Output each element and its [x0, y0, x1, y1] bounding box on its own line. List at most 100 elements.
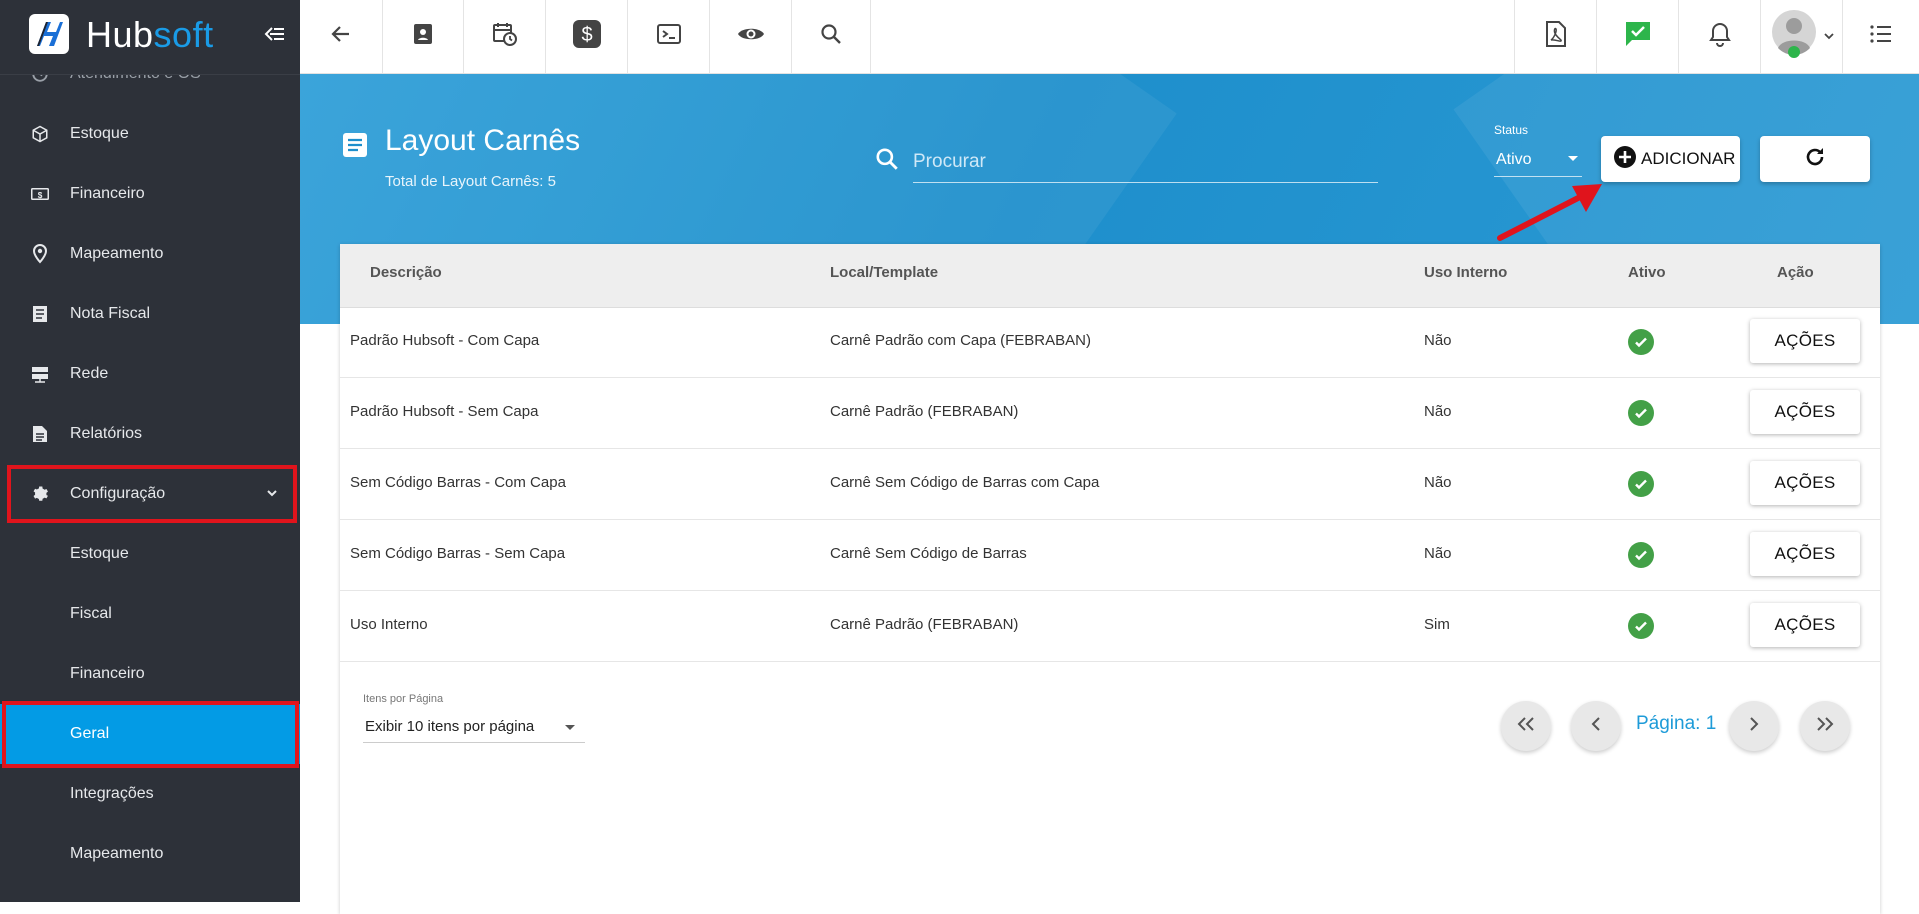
dollar-icon: $ [572, 19, 602, 54]
contacts-button[interactable] [383, 0, 464, 73]
add-button-label: ADICIONAR [1641, 149, 1736, 168]
sidebar-item-nota-fiscal[interactable]: Nota Fiscal [0, 284, 300, 344]
sidebar-subitem-estoque[interactable]: Estoque [0, 524, 300, 584]
avatar [1770, 8, 1822, 65]
terminal-button[interactable] [628, 0, 710, 73]
sidebar-item-rede[interactable]: Rede [0, 344, 300, 404]
table-row[interactable]: Padrão Hubsoft - Com Capa Carnê Padrão c… [340, 307, 1880, 378]
check-circle-icon [1628, 542, 1654, 568]
page-indicator: Página: 1 [1636, 713, 1717, 734]
main-menu-button[interactable] [1842, 0, 1919, 73]
cell-template: Carnê Sem Código de Barras com Capa [830, 474, 1100, 491]
actions-button[interactable]: AÇÕES [1750, 390, 1860, 434]
sidebar-subitem-fiscal[interactable]: Fiscal [0, 584, 300, 644]
box-icon [30, 124, 50, 144]
table-row[interactable]: Sem Código Barras - Com Capa Carnê Sem C… [340, 449, 1880, 520]
double-chevron-left-icon [1516, 716, 1536, 737]
next-page-button[interactable] [1729, 701, 1779, 751]
sidebar-item-mapeamento[interactable]: Mapeamento [0, 224, 300, 284]
financial-button[interactable]: $ [546, 0, 628, 73]
column-header[interactable]: Local/Template [830, 264, 938, 281]
actions-button[interactable]: AÇÕES [1750, 603, 1860, 647]
cell-uso-interno: Não [1424, 474, 1452, 491]
chevron-right-icon [1748, 716, 1760, 737]
check-circle-icon [1628, 329, 1654, 355]
sidebar-item-label: Nota Fiscal [70, 305, 151, 322]
first-page-button[interactable] [1501, 701, 1551, 751]
map-pin-icon [30, 244, 50, 264]
gear-icon [30, 484, 50, 504]
sidebar-item-relatorios[interactable]: Relatórios [0, 404, 300, 464]
report-icon [30, 424, 50, 444]
cell-uso-interno: Sim [1424, 616, 1450, 633]
brand-header: Hubsoft [0, 0, 300, 75]
chevron-left-icon [1590, 716, 1602, 737]
money-icon: $ [30, 184, 50, 204]
sidebar-subitem-integracoes[interactable]: Integrações [0, 764, 300, 824]
sidebar-item-label: Relatórios [70, 425, 143, 442]
last-page-button[interactable] [1800, 701, 1850, 751]
red-arrow-annotation [1490, 178, 1610, 247]
schedule-button[interactable] [464, 0, 546, 73]
sidebar-subitem-label: Integrações [70, 785, 154, 802]
user-menu-button[interactable] [1760, 0, 1842, 73]
status-filter-select[interactable]: Ativo [1494, 146, 1582, 177]
double-chevron-right-icon [1815, 716, 1835, 737]
plus-circle-icon [1613, 145, 1637, 174]
column-header[interactable]: Uso Interno [1424, 264, 1507, 281]
page-title: Layout Carnês [385, 124, 581, 157]
table-row[interactable]: Sem Código Barras - Sem Capa Carnê Sem C… [340, 520, 1880, 591]
items-per-page-select[interactable]: Exibir 10 itens por página [363, 712, 585, 743]
actions-button[interactable]: AÇÕES [1750, 461, 1860, 505]
search-input[interactable] [913, 142, 1378, 183]
search-icon [819, 22, 843, 51]
column-header[interactable]: Descrição [370, 264, 442, 281]
list-icon [1869, 24, 1893, 49]
pdf-icon [1545, 21, 1567, 52]
items-per-page-label: Itens por Página [363, 693, 444, 705]
cell-uso-interno: Não [1424, 332, 1452, 349]
table-header: Descrição Local/Template Uso Interno Ati… [340, 244, 1880, 308]
notifications-button[interactable] [1678, 0, 1760, 73]
check-circle-icon [1628, 471, 1654, 497]
table-row[interactable]: Padrão Hubsoft - Sem Capa Carnê Padrão (… [340, 378, 1880, 449]
top-bar: $ [300, 0, 1919, 74]
back-button[interactable] [300, 0, 383, 73]
sidebar-subitem-financeiro[interactable]: Financeiro [0, 644, 300, 704]
sidebar-subitem-geral[interactable]: Geral [0, 704, 300, 764]
actions-button[interactable]: AÇÕES [1750, 532, 1860, 576]
back-arrow-icon [329, 22, 353, 51]
check-circle-icon [1628, 613, 1654, 639]
cell-template: Carnê Padrão com Capa (FEBRABAN) [830, 332, 1091, 349]
chevron-down-icon [1823, 28, 1834, 46]
eye-icon [737, 24, 765, 49]
collapse-menu-icon[interactable] [262, 22, 286, 51]
sidebar-subitem-mapeamento[interactable]: Mapeamento [0, 824, 300, 884]
view-button[interactable] [710, 0, 792, 73]
status-filter-label: Status [1494, 123, 1529, 137]
chat-check-icon [1624, 20, 1652, 53]
refresh-button[interactable] [1760, 136, 1870, 182]
actions-button[interactable]: AÇÕES [1750, 319, 1860, 363]
sidebar-item-estoque[interactable]: Estoque [0, 104, 300, 164]
contact-card-icon [411, 22, 435, 51]
table-row[interactable]: Uso Interno Carnê Padrão (FEBRABAN) Sim … [340, 591, 1880, 662]
dropdown-arrow-icon [565, 725, 575, 730]
add-button[interactable]: ADICIONAR [1601, 136, 1740, 182]
cell-descricao: Uso Interno [350, 616, 428, 633]
messages-button[interactable] [1596, 0, 1678, 73]
previous-page-button[interactable] [1571, 701, 1621, 751]
cell-uso-interno: Não [1424, 545, 1452, 562]
sidebar-item-financeiro[interactable]: $ Financeiro [0, 164, 300, 224]
layouts-table: Descrição Local/Template Uso Interno Ati… [340, 244, 1880, 914]
brand-name-secondary: soft [153, 14, 214, 55]
dropdown-arrow-icon [1568, 156, 1578, 161]
svg-text:$: $ [581, 24, 592, 46]
column-header[interactable]: Ativo [1628, 264, 1666, 281]
pdf-button[interactable] [1514, 0, 1596, 73]
svg-text:$: $ [38, 191, 43, 200]
sidebar-item-configuracao[interactable]: Configuração [0, 464, 300, 524]
server-icon [30, 364, 50, 384]
global-search-button[interactable] [792, 0, 871, 73]
document-list-icon [342, 132, 368, 163]
